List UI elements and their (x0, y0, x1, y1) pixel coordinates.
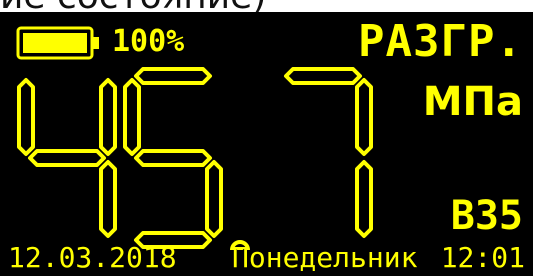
digit-segment-f (17, 78, 35, 156)
strength-class-label: B35 (450, 193, 523, 239)
digit-segment-b (99, 78, 117, 156)
digit-segment-c (355, 160, 373, 238)
reading-digit (17, 78, 117, 238)
digit-segment-a (284, 67, 362, 85)
time-text: 12:01 (440, 241, 525, 274)
date-text: 12.03.2018 (8, 241, 177, 274)
weekday-text: Понедельник (232, 241, 418, 274)
status-bar: 12.03.2018 Понедельник 12:01 (0, 240, 533, 276)
reading-digit (123, 67, 223, 249)
digit-segment-c (99, 160, 117, 238)
digit-segment-g (134, 149, 212, 167)
digit-segment-c (205, 160, 223, 238)
digit-segment-a (134, 67, 212, 85)
digit-segment-g (28, 149, 106, 167)
digit-segment-f (123, 78, 141, 156)
device-display: 100% РАЗГР. МПа B35 12.03.2018 Понедельн… (0, 12, 533, 276)
reading-display (17, 67, 373, 250)
digit-segment-b (355, 78, 373, 156)
reading-digit (284, 67, 373, 238)
